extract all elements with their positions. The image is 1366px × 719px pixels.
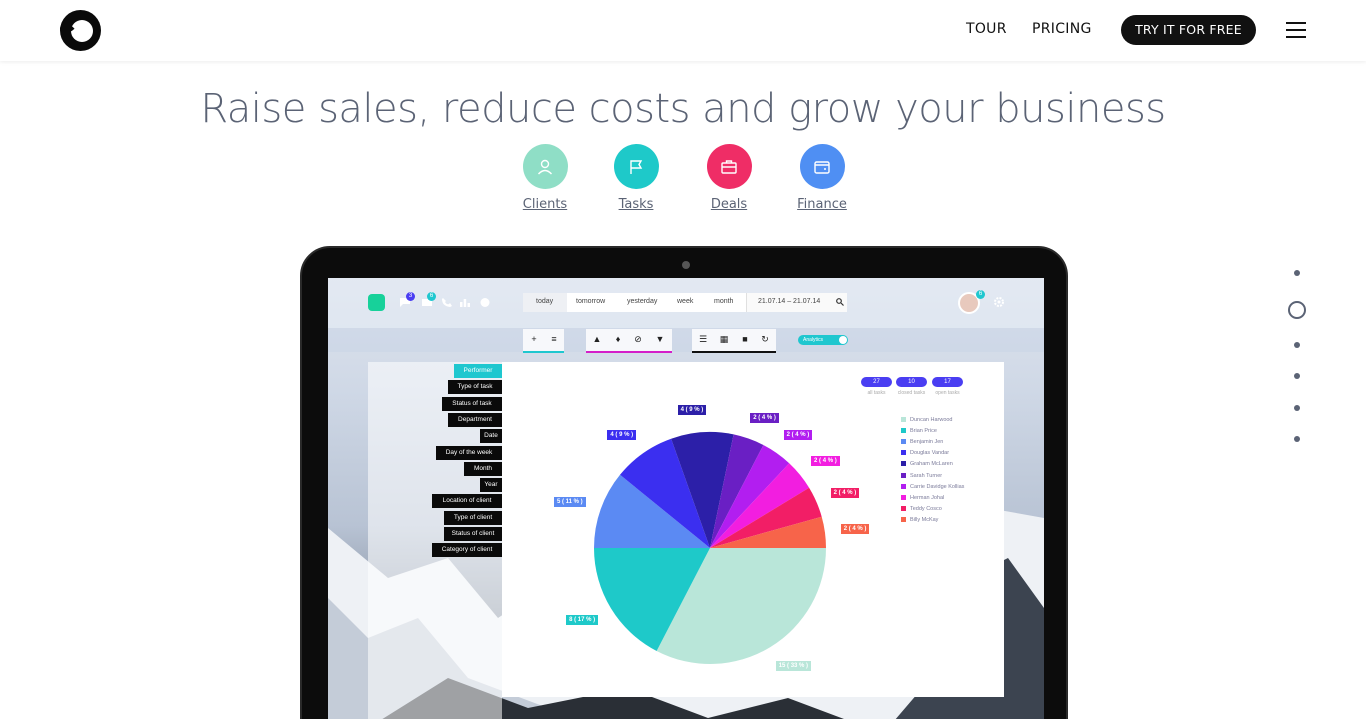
feature-label[interactable]: Clients [500, 197, 590, 212]
try-it-for-free-button[interactable]: TRY IT FOR FREE [1121, 15, 1256, 45]
pie-slice-label: 15 ( 33 % ) [775, 660, 812, 671]
pie-slice-label: 2 ( 4 % ) [783, 430, 813, 441]
section-dot[interactable] [1294, 405, 1300, 411]
section-dot[interactable] [1294, 270, 1300, 276]
section-dot[interactable] [1294, 342, 1300, 348]
feature-label[interactable]: Tasks [591, 197, 681, 212]
flag-icon [613, 144, 659, 189]
pie-slice-label: 2 ( 4 % ) [750, 412, 779, 423]
logo-icon[interactable] [60, 10, 101, 51]
nav-tour-link[interactable]: TOUR [966, 21, 1007, 37]
wallet-icon [799, 144, 845, 189]
pie-slice-label: 2 ( 4 % ) [840, 524, 870, 535]
person-icon [522, 144, 568, 189]
feature-label[interactable]: Finance [777, 197, 867, 212]
app-screenshot: 3 6 today tomorrow yesterday week month … [328, 278, 1044, 719]
feature-clients[interactable]: Clients [500, 144, 590, 212]
menu-hamburger-icon[interactable] [1286, 22, 1306, 38]
section-dot[interactable] [1294, 436, 1300, 442]
pie-slice-label: 2 ( 4 % ) [811, 455, 840, 466]
nav-pricing-link[interactable]: PRICING [1032, 21, 1092, 37]
section-dot[interactable] [1294, 373, 1300, 379]
feature-tasks[interactable]: Tasks [591, 144, 681, 212]
top-navigation-bar: TOUR PRICING TRY IT FOR FREE [0, 0, 1366, 61]
pie-chart [594, 432, 826, 664]
feature-label[interactable]: Deals [684, 197, 774, 212]
feature-finance[interactable]: Finance [777, 144, 867, 212]
pie-slice-label: 4 ( 9 % ) [677, 405, 707, 416]
section-dot-active[interactable] [1288, 301, 1306, 319]
briefcase-icon [706, 144, 752, 189]
feature-deals[interactable]: Deals [684, 144, 774, 212]
pie-slice-label: 4 ( 9 % ) [607, 430, 637, 441]
pie-slice-label: 5 ( 11 % ) [553, 496, 586, 507]
camera-icon [682, 261, 690, 269]
laptop-mockup: 3 6 today tomorrow yesterday week month … [300, 246, 1068, 719]
pie-slice-label: 8 ( 17 % ) [566, 614, 599, 625]
pie-slice-label: 2 ( 4 % ) [830, 488, 860, 499]
hero-headline: Raise sales, reduce costs and grow your … [200, 86, 1166, 132]
